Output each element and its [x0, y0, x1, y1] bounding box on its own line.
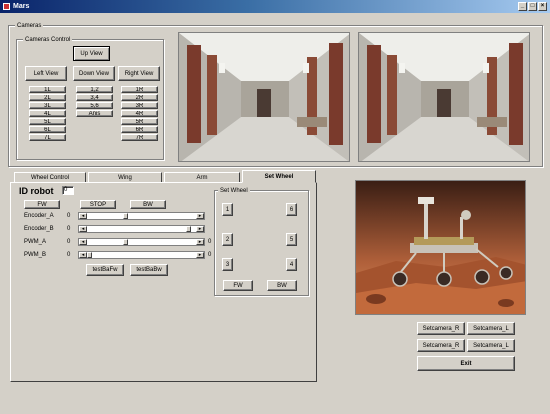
pwm-a-slider[interactable]: ◂ ▸	[78, 238, 205, 246]
scroll-left-icon[interactable]: ◂	[79, 213, 87, 219]
setcamera-r-button[interactable]: Setcamera_R	[417, 322, 465, 335]
set-wheel-fw-button[interactable]: FW	[223, 280, 253, 291]
exit-button[interactable]: Exit	[417, 356, 515, 371]
camera-34-button[interactable]: 3,4	[76, 94, 113, 101]
encoder-b-value: 0	[67, 226, 71, 232]
test-ba-bw-button[interactable]: testBaBw	[130, 264, 168, 276]
set-wheel-bw-button[interactable]: BW	[267, 280, 297, 291]
setcamera-l-button[interactable]: Setcamera_L	[467, 322, 515, 335]
camera-3r-button[interactable]: 3R	[121, 102, 158, 109]
cameras-group-label: Cameras	[15, 22, 44, 30]
camera-6r-button[interactable]: 6R	[121, 126, 158, 133]
set-wheel-group-label: Set Wheel	[218, 187, 250, 195]
scroll-left-icon[interactable]: ◂	[79, 252, 87, 258]
slider-thumb[interactable]	[87, 252, 92, 258]
test-ba-fw-button[interactable]: testBaFw	[86, 264, 124, 276]
pwm-b-value: 0	[67, 252, 71, 258]
camera-4r-button[interactable]: 4R	[121, 110, 158, 117]
scroll-right-icon[interactable]: ▸	[196, 239, 204, 245]
minimize-icon[interactable]: _	[518, 2, 527, 11]
camera-5l-button[interactable]: 5L	[29, 118, 66, 125]
setcamera-l-button-2[interactable]: Setcamera_L	[467, 339, 515, 352]
camera-3l-button[interactable]: 3L	[29, 102, 66, 109]
window-title: Mars	[13, 3, 30, 10]
camera-feed-right	[358, 32, 530, 162]
pwm-b-label: PWM_B	[24, 252, 47, 258]
camera-56-button[interactable]: 5,6	[76, 102, 113, 109]
close-icon[interactable]: ×	[538, 2, 547, 11]
bw-button[interactable]: BW	[130, 200, 166, 209]
wheel-5-button[interactable]: 5	[286, 233, 297, 246]
window-controls: _ □ ×	[518, 2, 547, 11]
app-icon	[3, 3, 10, 10]
camera-1l-button[interactable]: 1L	[29, 86, 66, 93]
setcamera-r-button-2[interactable]: Setcamera_R	[417, 339, 465, 352]
camera-4l-button[interactable]: 4L	[29, 110, 66, 117]
scroll-right-icon[interactable]: ▸	[196, 213, 204, 219]
camera-anis-button[interactable]: Anis	[76, 110, 113, 117]
slider-thumb[interactable]	[186, 226, 191, 232]
right-view-button[interactable]: Right View	[118, 66, 160, 81]
encoder-b-label: Encoder_B	[24, 226, 54, 232]
camera-feed-left	[178, 32, 350, 162]
camera-6l-button[interactable]: 6L	[29, 126, 66, 133]
cameras-control-label: Cameras Control	[23, 36, 73, 44]
scroll-right-icon[interactable]: ▸	[196, 226, 204, 232]
wheel-3-button[interactable]: 3	[222, 258, 233, 271]
camera-7r-button[interactable]: 7R	[121, 134, 158, 141]
pwm-b-slider[interactable]: ◂ ▸	[78, 251, 205, 259]
scroll-right-icon[interactable]: ▸	[196, 252, 204, 258]
camera-12-button[interactable]: 1,2	[76, 86, 113, 93]
scroll-left-icon[interactable]: ◂	[79, 239, 87, 245]
rover-image	[355, 180, 526, 315]
camera-2r-button[interactable]: 2R	[121, 94, 158, 101]
encoder-a-slider[interactable]: ◂ ▸	[78, 212, 205, 220]
camera-1r-button[interactable]: 1R	[121, 86, 158, 93]
camera-7l-button[interactable]: 7L	[29, 134, 66, 141]
up-view-button[interactable]: Up View	[73, 46, 110, 61]
maximize-icon[interactable]: □	[528, 2, 537, 11]
pwm-a-value: 0	[67, 239, 71, 245]
pwm-a-label: PWM_A	[24, 239, 47, 245]
pwm-b-right-value: 0	[208, 252, 212, 258]
camera-2l-button[interactable]: 2L	[29, 94, 66, 101]
id-robot-input[interactable]: 0	[62, 186, 74, 195]
wheel-1-button[interactable]: 1	[222, 203, 233, 216]
camera-5r-button[interactable]: 5R	[121, 118, 158, 125]
encoder-a-label: Encoder_A	[24, 213, 54, 219]
fw-button[interactable]: FW	[24, 200, 60, 209]
encoder-a-value: 0	[67, 213, 71, 219]
stop-button[interactable]: STOP	[80, 200, 116, 209]
down-view-button[interactable]: Down View	[73, 66, 115, 81]
wheel-2-button[interactable]: 2	[222, 233, 233, 246]
wheel-6-button[interactable]: 6	[286, 203, 297, 216]
tab-set-wheel[interactable]: Set Wheel	[242, 170, 316, 183]
pwm-a-right-value: 0	[208, 239, 212, 245]
id-robot-label: ID robot	[19, 186, 54, 196]
encoder-b-slider[interactable]: ◂ ▸	[78, 225, 205, 233]
slider-thumb[interactable]	[123, 239, 128, 245]
title-bar: Mars _ □ ×	[0, 0, 550, 13]
left-view-button[interactable]: Left View	[25, 66, 67, 81]
wheel-4-button[interactable]: 4	[286, 258, 297, 271]
slider-thumb[interactable]	[123, 213, 128, 219]
scroll-left-icon[interactable]: ◂	[79, 226, 87, 232]
